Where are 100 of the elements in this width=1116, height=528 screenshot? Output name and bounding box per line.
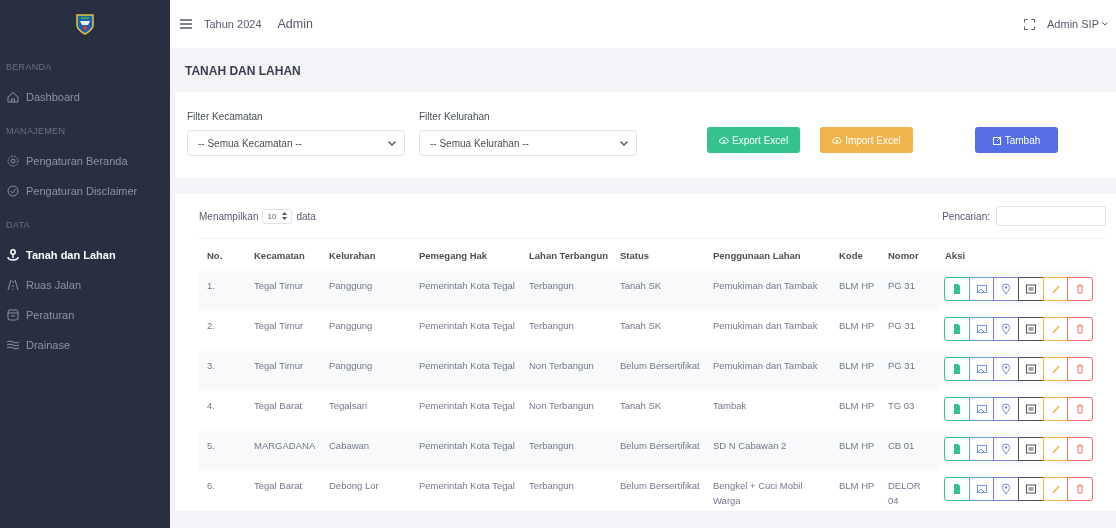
section-heading: MANAJEMEN (5, 125, 67, 138)
row-action-button[interactable] (968, 277, 995, 302)
table-cell: Tegal Timur (246, 271, 321, 312)
map-pin-icon (1000, 363, 1013, 376)
table-cell: PG 31 (880, 351, 937, 392)
table-cell: Non Terbangun (521, 351, 612, 392)
sidebar-item[interactable]: Pengaturan Beranda (0, 146, 170, 176)
menu-item-icon (6, 278, 20, 292)
user-menu[interactable]: Admin SIP (1047, 18, 1108, 30)
table-cell-text: Panggung (328, 319, 374, 334)
table-cell-text: Pemerintah Kota Tegal (418, 399, 516, 414)
row-action-button[interactable] (1018, 477, 1044, 502)
sort-icon (282, 211, 288, 220)
map-pin-icon (1000, 443, 1013, 456)
table-cell-text: Belum Bersertifikat (619, 479, 701, 494)
row-action-button[interactable] (1018, 357, 1044, 382)
sidebar-item[interactable]: Tanah dan Lahan (0, 240, 170, 270)
filter-dropdown[interactable]: -- Semua Kecamatan -- (187, 130, 405, 156)
sidebar-item[interactable]: Pengaturan Disclaimer (0, 176, 170, 206)
page-size-select[interactable]: 10 (262, 208, 293, 224)
table-cell: Pemukiman dan Tambak (705, 271, 831, 312)
sidebar-item[interactable]: Peraturan (0, 300, 170, 330)
action-button[interactable]: Tambah (974, 127, 1059, 153)
pencil-icon (1049, 483, 1062, 496)
image-icon (975, 323, 988, 336)
table-cell: Pemerintah Kota Tegal (411, 271, 521, 312)
sidebar-item[interactable]: Dashboard (0, 82, 170, 112)
column-header: Nomor (887, 249, 920, 263)
filter-label: Filter Kelurahan (419, 111, 491, 122)
row-action-button[interactable] (993, 317, 1019, 342)
filter-dropdown[interactable]: -- Semua Kelurahan -- (419, 130, 637, 156)
column-header: Kelurahan (328, 249, 377, 263)
table-cell: 3. (199, 351, 246, 392)
cloud-upload-icon (719, 136, 729, 144)
row-action-button[interactable] (968, 437, 995, 462)
row-action-button[interactable] (968, 357, 995, 382)
table-cell-text: Pemukiman dan Tambak (712, 319, 819, 334)
card-icon (1024, 403, 1037, 416)
table-cell: PG 31 (880, 271, 937, 312)
menu-item-icon (6, 308, 20, 322)
year-label: Tahun 2024 (204, 18, 262, 30)
table-cell-text: BLM HP (838, 479, 876, 494)
row-action-button[interactable] (968, 317, 995, 342)
menu-item-icon (6, 338, 20, 352)
table-cell: MARGADANA (246, 431, 321, 472)
table-cell-text: Terbangun (528, 319, 575, 334)
image-icon (975, 363, 988, 376)
table-cell-text: 2. (206, 319, 216, 334)
column-header: Kode (838, 249, 864, 263)
table-cell-text: PG 31 (887, 319, 916, 334)
role-label: Admin (277, 17, 313, 31)
column-header: Pemegang Hak (418, 249, 489, 263)
table-cell: Tanah SK (612, 271, 705, 312)
table-cell-text: Tambak (712, 399, 748, 414)
image-icon (975, 403, 988, 416)
row-action-button[interactable] (1018, 397, 1044, 422)
table-cell: Panggung (321, 271, 411, 312)
column-header: No. (206, 249, 224, 263)
column-header: Penggunaan Lahan (712, 249, 802, 263)
edit-icon (992, 135, 1002, 145)
card-icon (1024, 443, 1037, 456)
menu-icon[interactable] (180, 19, 192, 29)
emblem-logo (75, 13, 95, 35)
table-cell-text: BLM HP (838, 319, 876, 334)
search-field[interactable] (996, 206, 1106, 226)
sidebar-item[interactable]: Drainase (0, 330, 170, 360)
row-action-button[interactable] (993, 397, 1019, 422)
row-action-button[interactable] (993, 357, 1019, 382)
row-action-button[interactable] (993, 437, 1019, 462)
table-cell-text: Tanah SK (619, 319, 663, 334)
table-cell-text: 4. (206, 399, 216, 414)
pencil-icon (1049, 323, 1062, 336)
cloud-upload-icon (832, 136, 843, 144)
table-cell: CB 01 (880, 431, 937, 472)
table-cell-text: 6. (206, 479, 216, 494)
table-cell-text: TG 03 (887, 399, 916, 414)
filter-label: Filter Kecamatan (187, 111, 264, 122)
table-cell: Pemerintah Kota Tegal (411, 351, 521, 392)
row-action-button[interactable] (1018, 317, 1044, 342)
row-action-button[interactable] (993, 277, 1019, 302)
row-action-button[interactable] (968, 397, 995, 422)
row-action-button[interactable] (1018, 437, 1044, 462)
pencil-icon (1049, 403, 1062, 416)
table-cell: BLM HP (831, 271, 880, 312)
table-cell-text: Debong Lor (328, 479, 380, 494)
table-cell-text: Non Terbangun (528, 399, 595, 414)
menu-item-icon (6, 248, 20, 262)
table-cell: Cabawan (321, 431, 411, 472)
table-cell: BLM HP (831, 431, 880, 472)
sidebar-item[interactable]: Ruas Jalan (0, 270, 170, 300)
column-header: Lahan Terbangun (528, 249, 609, 263)
row-action-button[interactable] (1018, 277, 1044, 302)
row-action-button[interactable] (993, 477, 1019, 502)
chevron-icon (620, 140, 628, 146)
pencil-icon (1049, 283, 1062, 296)
card-icon (1024, 483, 1037, 496)
length-label: Menampilkan (199, 210, 259, 222)
column-header: Aksi (944, 249, 967, 263)
fullscreen-icon[interactable] (1024, 18, 1036, 30)
row-action-button[interactable] (968, 477, 995, 502)
